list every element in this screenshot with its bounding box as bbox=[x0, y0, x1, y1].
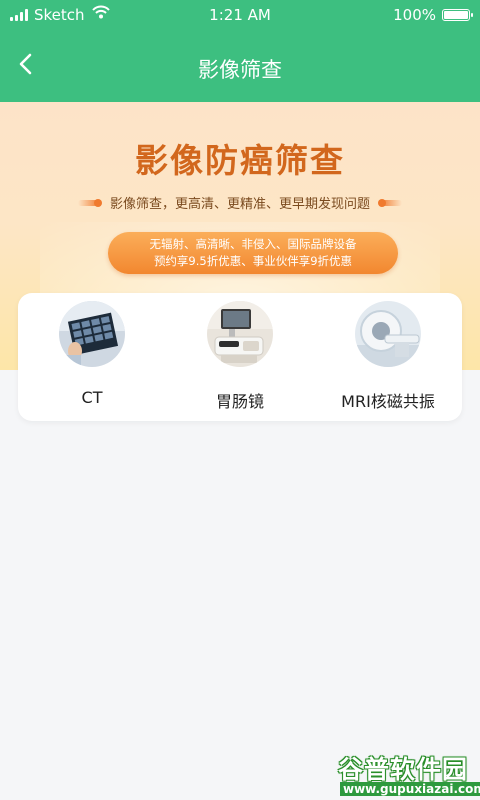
banner-title: 影像防癌筛查 bbox=[135, 141, 345, 180]
decor-dash-right bbox=[378, 198, 402, 207]
promo-line-1: 无辐射、高清晰、非侵入、国际品牌设备 bbox=[149, 237, 357, 251]
service-label-ct: CT bbox=[81, 388, 103, 407]
promo-line-2: 预约享9.5折优惠、事业伙伴享9折优惠 bbox=[153, 254, 353, 268]
battery-percent: 100% bbox=[393, 6, 436, 24]
endoscope-device-image bbox=[207, 301, 273, 367]
status-right: 100% bbox=[393, 6, 473, 24]
page-title: 影像筛查 bbox=[198, 58, 282, 82]
battery-icon bbox=[442, 9, 473, 21]
watermark-title: 谷普软件园 bbox=[338, 755, 469, 784]
service-label-mri: MRI核磁共振 bbox=[341, 392, 435, 411]
mri-machine-image bbox=[355, 301, 421, 367]
banner-subtitle: 影像筛查，更高清、更精准、更早期发现问题 bbox=[109, 197, 370, 212]
service-label-endoscopy: 胃肠镜 bbox=[215, 392, 264, 411]
service-card: CT 胃肠镜 MRI核磁共振 bbox=[18, 293, 462, 421]
nav-bar: 影像筛查 bbox=[0, 30, 480, 102]
watermark-url: www.gupuxiazai.com bbox=[340, 782, 480, 796]
banner-subtitle-row: 影像筛查，更高清、更精准、更早期发现问题 bbox=[0, 193, 480, 212]
site-watermark: 谷普软件园 www.gupuxiazai.com bbox=[334, 750, 480, 800]
service-item-ct[interactable]: CT bbox=[18, 293, 166, 421]
status-bar: Sketch 1:21 AM 100% bbox=[0, 0, 480, 30]
promo-pill: 无辐射、高清晰、非侵入、国际品牌设备 预约享9.5折优惠、事业伙伴享9折优惠 bbox=[108, 232, 398, 274]
ct-scan-image bbox=[59, 301, 125, 367]
service-item-mri[interactable]: MRI核磁共振 bbox=[314, 293, 462, 421]
decor-dash-left bbox=[77, 198, 102, 207]
service-item-endoscopy[interactable]: 胃肠镜 bbox=[166, 293, 314, 421]
